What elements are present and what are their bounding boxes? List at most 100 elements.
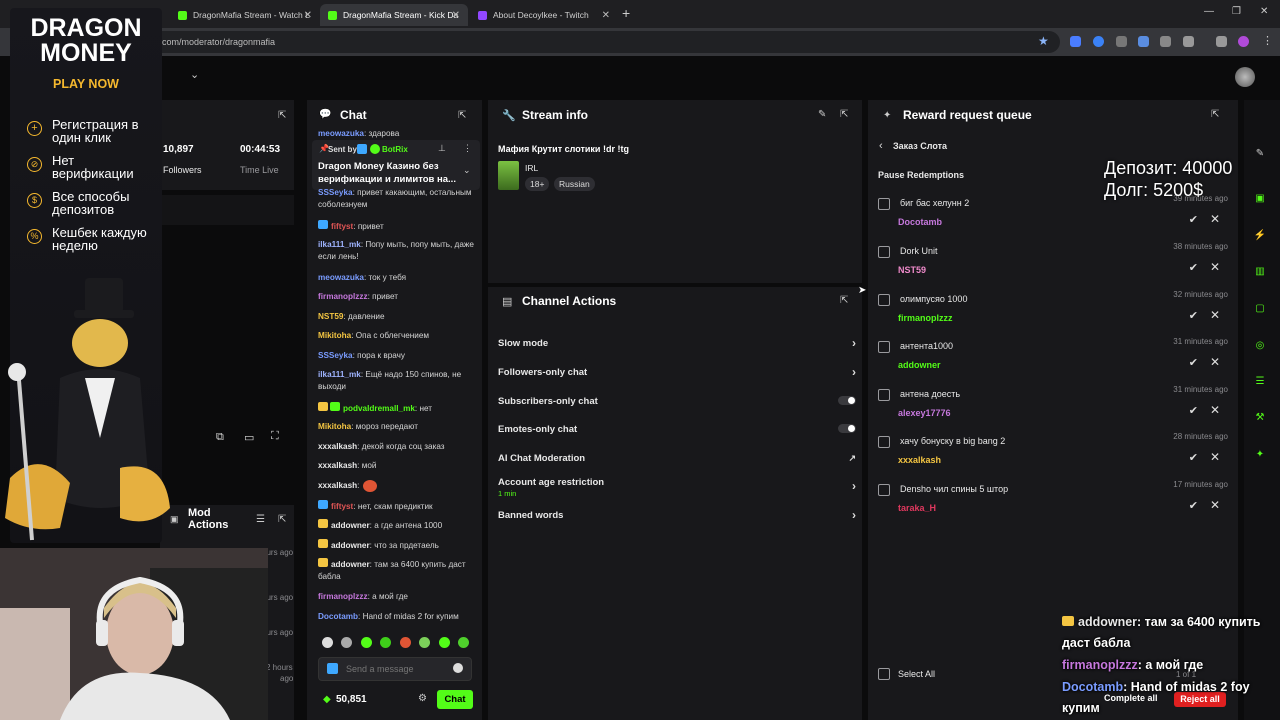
banned-words-row[interactable]: Banned words › [498,508,856,522]
request-user[interactable]: taraka_H [898,503,936,513]
profile-avatar-icon[interactable] [1238,36,1249,47]
theater-icon[interactable]: ▭ [244,431,254,444]
more-icon[interactable]: ⋮ [463,143,472,154]
chat-username[interactable]: fiftyst [331,502,353,511]
list-icon[interactable]: ☰ [1252,374,1268,390]
approve-icon[interactable]: ✔ [1189,499,1198,512]
popout-icon[interactable]: ⇱ [840,295,848,306]
select-checkbox[interactable] [878,294,890,306]
popout-icon[interactable]: ⇱ [458,110,466,121]
select-checkbox[interactable] [878,341,890,353]
request-user[interactable]: Docotamb [898,217,942,227]
slow-mode-row[interactable]: Slow mode › [498,336,856,350]
tag-chip[interactable]: 18+ [525,177,550,191]
select-checkbox[interactable] [878,246,890,258]
extension-icon[interactable] [1093,36,1104,47]
minimize-icon[interactable]: — [1204,6,1214,17]
account-age-row[interactable]: Account age restriction › [498,477,856,493]
lightning-icon[interactable]: ⚡ [1252,228,1268,244]
chat-username[interactable]: xxxalkash [318,442,357,451]
popout-icon[interactable]: ⇱ [278,110,286,121]
emote-icon[interactable] [439,637,450,648]
pencil-icon[interactable]: ✎ [1252,146,1268,162]
edit-icon[interactable]: ✎ [818,109,826,120]
gear-icon[interactable]: ⚙ [418,693,427,704]
extension-icon[interactable] [1160,36,1171,47]
select-checkbox[interactable] [878,389,890,401]
tag-chip[interactable]: Russian [554,177,595,191]
url-field[interactable]: com/moderator/dragonmafia [150,31,1060,53]
chat-username[interactable]: addowner [331,521,370,530]
category-thumbnail[interactable] [498,161,519,190]
close-icon[interactable]: ✕ [452,10,460,21]
chat-username[interactable]: addowner [331,560,370,569]
complete-all-button[interactable]: Complete all [1104,693,1158,703]
chat-username[interactable]: Docotamb [318,612,358,621]
chat-username[interactable]: firmanoplzzz [318,292,368,301]
extension-icon[interactable] [1138,36,1149,47]
chat-username[interactable]: meowazuka [318,273,364,282]
close-icon[interactable]: ✕ [602,10,610,21]
emotes-only-toggle[interactable] [838,424,856,433]
new-tab-button[interactable]: + [622,5,630,21]
chat-username[interactable]: xxxalkash [318,481,357,490]
pip-icon[interactable]: ⧉ [216,431,224,444]
menu-kebab-icon[interactable]: ⋮ [1262,34,1273,47]
tab-kick-watch[interactable]: DragonMafia Stream - Watch L ✕ [170,4,320,26]
chevron-down-icon[interactable]: ⌄ [463,165,471,176]
select-checkbox[interactable] [878,484,890,496]
approve-icon[interactable]: ✔ [1189,451,1198,464]
reject-icon[interactable]: ✕ [1210,355,1220,369]
popout-icon[interactable]: ⇱ [1211,109,1219,120]
pause-redemptions-button[interactable]: Pause Redemptions [878,170,964,180]
chat-username[interactable]: meowazuka [318,129,364,138]
send-chat-button[interactable]: Chat [437,690,473,709]
extension-icon[interactable] [1070,36,1081,47]
user-avatar[interactable] [1235,67,1255,87]
media-icon[interactable] [1216,36,1227,47]
back-arrow-icon[interactable]: ‹ [879,140,883,152]
ad-cta[interactable]: PLAY NOW [10,77,162,91]
select-checkbox[interactable] [878,436,890,448]
chat-username[interactable]: SSSeyka [318,188,353,197]
chat-username[interactable]: addowner [331,541,370,550]
maximize-icon[interactable]: ❐ [1232,6,1241,17]
request-user[interactable]: firmanoplzzz [898,313,953,323]
document-icon[interactable]: ▥ [1252,264,1268,280]
emote-icon[interactable] [361,637,372,648]
tab-kick-dashboard[interactable]: DragonMafia Stream - Kick Da ✕ [320,4,468,26]
tab-twitch-about[interactable]: About Decoylkee - Twitch ✕ [470,4,618,26]
approve-icon[interactable]: ✔ [1189,261,1198,274]
chat-username[interactable]: SSSeyka [318,351,353,360]
select-all-label[interactable]: Select All [898,669,935,679]
select-checkbox[interactable] [878,198,890,210]
broadcast-icon[interactable]: ◎ [1252,338,1268,354]
request-user[interactable]: addowner [898,360,941,370]
emote-icon[interactable] [322,637,333,648]
chat-username[interactable]: fiftyst [331,222,353,231]
reject-icon[interactable]: ✕ [1210,403,1220,417]
chat-icon[interactable]: ▢ [1252,301,1268,317]
chat-username[interactable]: ilka111_mk [318,240,361,249]
chat-input[interactable] [346,662,446,676]
fullscreen-icon[interactable]: ⛶ [271,430,279,443]
reject-all-button[interactable]: Reject all [1174,692,1226,707]
extension-icon[interactable] [1116,36,1127,47]
reject-icon[interactable]: ✕ [1210,498,1220,512]
channel-points[interactable]: 50,851 [336,694,367,705]
extensions-puzzle-icon[interactable] [1183,36,1194,47]
approve-icon[interactable]: ✔ [1189,309,1198,322]
subscribers-only-toggle[interactable] [838,396,856,405]
approve-icon[interactable]: ✔ [1189,356,1198,369]
reward-icon[interactable]: ✦ [1252,447,1268,463]
emote-icon[interactable] [419,637,430,648]
emoji-picker-icon[interactable] [453,663,463,673]
chat-username[interactable]: firmanoplzzz [318,592,368,601]
widget-icon[interactable]: ▣ [1252,191,1268,207]
category-name[interactable]: IRL [525,163,538,173]
popout-icon[interactable]: ⇱ [278,514,286,525]
chat-username[interactable]: xxxalkash [318,461,357,470]
emote-icon[interactable] [341,637,352,648]
filter-icon[interactable]: ☰ [256,514,265,525]
select-all-checkbox[interactable] [878,668,890,680]
